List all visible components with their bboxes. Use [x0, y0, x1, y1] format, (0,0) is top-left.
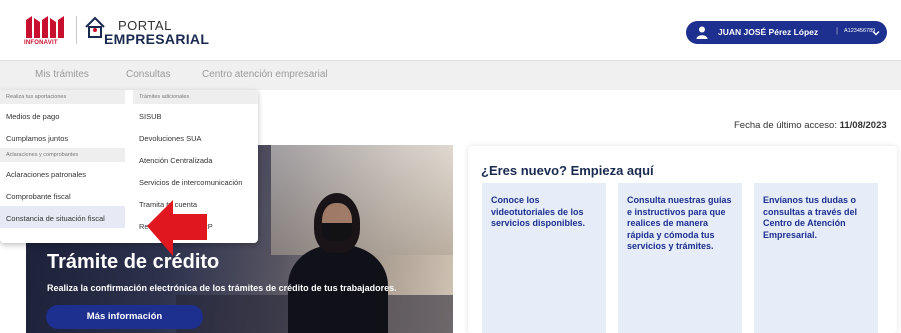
chevron-down-icon	[872, 31, 880, 36]
card-title: ¿Eres nuevo? Empieza aquí	[481, 163, 654, 178]
dropdown-heading: Aclaraciones y comprobantes	[0, 148, 125, 162]
mis-tramites-dropdown: Realiza tus aportaciones Medios de pago …	[0, 90, 258, 243]
infonavit-logo-text: INFONAVIT	[24, 40, 58, 46]
new-user-card: ¿Eres nuevo? Empieza aquí Conoce los vid…	[468, 146, 897, 333]
user-menu-button[interactable]: JUAN JOSÉ Pérez López | A123456789	[686, 21, 887, 44]
infonavit-logo-icon	[26, 16, 64, 38]
menu-item-comprobante-fiscal[interactable]: Comprobante fiscal	[0, 184, 125, 206]
nav-mis-tramites[interactable]: Mis trámites	[35, 69, 89, 80]
dropdown-heading: Realiza tus aportaciones	[0, 90, 125, 104]
last-access-label: Fecha de último acceso:	[734, 120, 837, 131]
card-box-contact[interactable]: Envíanos tus dudas o consultas a través …	[754, 183, 878, 333]
user-id: A123456789	[844, 28, 876, 34]
portal-title-line2: EMPRESARIAL	[104, 31, 210, 47]
dropdown-heading: Trámites adicionales	[133, 90, 258, 104]
header: INFONAVIT PORTAL EMPRESARIAL JUAN JOSÉ P…	[0, 0, 901, 58]
user-icon	[696, 26, 708, 39]
last-access-date: 11/08/2023	[839, 120, 887, 131]
main-nav: Mis trámites Consultas Centro atención e…	[0, 60, 901, 90]
menu-item-medios-pago[interactable]: Medios de pago	[0, 104, 125, 126]
nav-consultas[interactable]: Consultas	[126, 69, 170, 80]
menu-item-atencion-centralizada[interactable]: Atención Centralizada	[133, 148, 258, 170]
menu-item-constancia-situacion-fiscal[interactable]: Constancia de situación fiscal	[0, 206, 125, 228]
menu-item-devoluciones-sua[interactable]: Devoluciones SUA	[133, 126, 258, 148]
portal-house-icon	[85, 16, 105, 38]
menu-item-aclaraciones[interactable]: Aclaraciones patronales	[0, 162, 125, 184]
card-box-guides[interactable]: Consulta nuestras guías e instructivos p…	[618, 183, 742, 333]
red-arrow-icon	[147, 200, 207, 256]
menu-item-sisub[interactable]: SISUB	[133, 104, 258, 126]
user-name: JUAN JOSÉ Pérez López	[718, 27, 819, 37]
menu-item-servicios-intercomunicacion[interactable]: Servicios de intercomunicación	[133, 170, 258, 192]
menu-item-cumplamos-juntos[interactable]: Cumplamos juntos	[0, 126, 125, 148]
user-separator: |	[836, 26, 839, 35]
more-info-button[interactable]: Más información	[46, 305, 203, 329]
infonavit-logo[interactable]: INFONAVIT	[24, 14, 68, 48]
nav-centro-atencion[interactable]: Centro atención empresarial	[202, 69, 328, 80]
hero-subtitle: Realiza la confirmación electrónica de l…	[47, 283, 397, 293]
logo-divider	[76, 16, 77, 44]
dropdown-column-1: Realiza tus aportaciones Medios de pago …	[0, 90, 125, 228]
card-box-videotutorials[interactable]: Conoce los videotutoriales de los servic…	[482, 183, 606, 333]
last-access: Fecha de último acceso: 11/08/2023	[734, 120, 887, 131]
